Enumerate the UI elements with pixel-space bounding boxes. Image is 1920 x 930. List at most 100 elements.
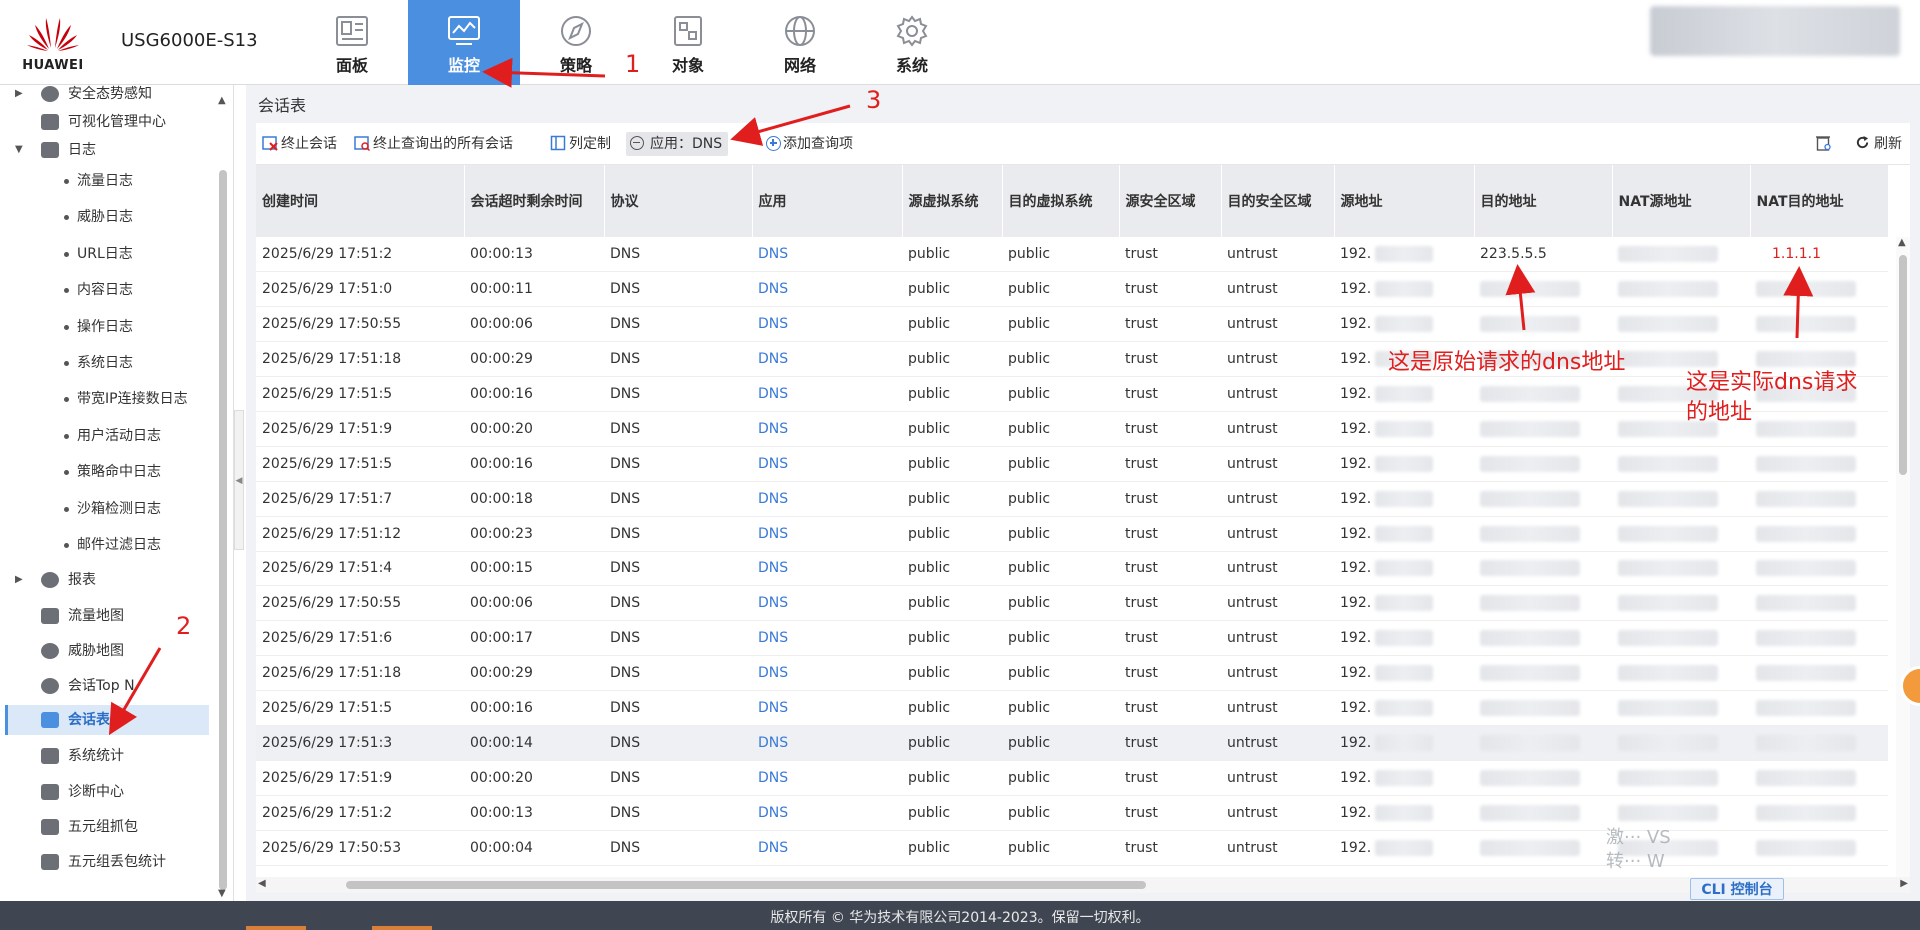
cli-console-button[interactable]: CLI 控制台 [1690, 878, 1784, 900]
sidebar-item-threat-map[interactable]: 威胁地图 [0, 636, 220, 666]
nav-monitor[interactable]: 监控 [408, 0, 520, 85]
export-icon[interactable] [1816, 135, 1832, 152]
cell-application[interactable]: DNS [752, 760, 902, 796]
scroll-up-icon[interactable]: ▲ [1898, 237, 1906, 248]
cell-application[interactable]: DNS [752, 585, 902, 622]
expand-arrow-icon[interactable]: ▶ [15, 565, 23, 595]
column-header[interactable]: 目的地址 [1474, 165, 1613, 237]
table-row[interactable]: 2025/6/29 17:51:2 00:00:13 DNS DNS public pub… [256, 237, 1888, 273]
column-custom-button[interactable]: 列定制 [550, 123, 611, 165]
sidebar-item-policy-hit-log[interactable]: 策略命中日志 [0, 457, 220, 487]
sidebar-item-url-log[interactable]: URL日志 [0, 239, 220, 269]
sidebar-item-visual-center[interactable]: 可视化管理中心 [0, 107, 220, 137]
cell-application[interactable]: DNS [752, 620, 902, 657]
table-row[interactable]: 2025/6/29 17:51:4 00:00:15 DNS DNS public pub… [256, 551, 1888, 587]
cell-application[interactable]: DNS [752, 551, 902, 587]
column-header[interactable]: 源安全区域 [1119, 165, 1222, 237]
cell-application[interactable]: DNS [752, 725, 902, 761]
table-row[interactable]: 2025/6/29 17:50:55 00:00:06 DNS DNS public pu… [256, 585, 1888, 622]
cell-application[interactable]: DNS [752, 376, 902, 412]
sidebar-item-report[interactable]: ▶ 报表 [0, 565, 220, 595]
scroll-right-icon[interactable]: ▶ [1900, 878, 1908, 889]
sidebar-item-mail-filter-log[interactable]: 邮件过滤日志 [0, 530, 220, 560]
scroll-up-icon[interactable]: ▲ [218, 95, 226, 106]
cell-application[interactable]: DNS [752, 446, 902, 482]
sidebar-item-system-log[interactable]: 系统日志 [0, 348, 220, 378]
sidebar-item-operation-log[interactable]: 操作日志 [0, 312, 220, 342]
cell-application[interactable]: DNS [752, 481, 902, 517]
column-header[interactable]: 创建时间 [256, 165, 465, 237]
sidebar-item-traffic-log[interactable]: 流量日志 [0, 166, 220, 196]
scroll-down-icon[interactable]: ▼ [218, 888, 226, 899]
cell-application[interactable]: DNS [752, 306, 902, 343]
table-row[interactable]: 2025/6/29 17:50:55 00:00:06 DNS DNS public pu… [256, 306, 1888, 343]
terminate-session-button[interactable]: 终止会话 [262, 123, 337, 165]
nav-system[interactable]: 系统 [856, 0, 968, 85]
sidebar-item-threat-log[interactable]: 威胁日志 [0, 202, 220, 232]
nav-policy[interactable]: 策略 [520, 0, 632, 85]
table-row[interactable]: 2025/6/29 17:51:5 00:00:16 DNS DNS public pub… [256, 376, 1888, 412]
sidebar-item-log[interactable]: ▼ 日志 [0, 135, 220, 165]
sidebar-item-session-top-n[interactable]: 会话Top N [0, 671, 220, 701]
sidebar-item-drop-stats[interactable]: 五元组丢包统计 [0, 847, 220, 877]
sidebar-item-system-stats[interactable]: 系统统计 [0, 741, 220, 771]
table-row[interactable]: 2025/6/29 17:51:9 00:00:20 DNS DNS public pub… [256, 760, 1888, 796]
table-row[interactable]: 2025/6/29 17:51:18 00:00:29 DNS DNS public pu… [256, 655, 1888, 692]
remove-filter-icon[interactable] [630, 136, 644, 150]
table-row[interactable]: 2025/6/29 17:51:5 00:00:16 DNS DNS public pub… [256, 446, 1888, 482]
sidebar-collapse-handle[interactable]: ◀ [234, 410, 244, 550]
column-header[interactable]: NAT源地址 [1612, 165, 1751, 237]
column-header[interactable]: NAT目的地址 [1750, 165, 1889, 237]
column-header[interactable]: 目的虚拟系统 [1002, 165, 1120, 237]
app-filter-tag[interactable]: 应用：DNS [626, 132, 729, 156]
sidebar-item-packet-capture[interactable]: 五元组抓包 [0, 812, 220, 842]
cell-application[interactable]: DNS [752, 516, 902, 552]
terminate-all-sessions-button[interactable]: 终止查询出的所有会话 [354, 123, 513, 165]
sidebar-item-situation[interactable]: ▶ 安全态势感知 [0, 79, 220, 109]
cell-application[interactable]: DNS [752, 690, 902, 726]
sidebar-item-diagnose[interactable]: 诊断中心 [0, 777, 220, 807]
expand-arrow-icon[interactable]: ▶ [15, 79, 23, 109]
cell-application[interactable]: DNS [752, 830, 902, 866]
cell-src-zone: trust [1119, 725, 1221, 761]
table-row[interactable]: 2025/6/29 17:51:6 00:00:17 DNS DNS public pub… [256, 620, 1888, 657]
column-header[interactable]: 源虚拟系统 [902, 165, 1003, 237]
add-query-button[interactable]: 添加查询项 [766, 123, 853, 165]
table-vertical-scrollbar[interactable]: ▲ [1896, 237, 1910, 877]
cell-application[interactable]: DNS [752, 411, 902, 447]
scroll-left-icon[interactable]: ◀ [258, 878, 266, 889]
sidebar-item-bandwidth-log[interactable]: 带宽IP连接数日志 [0, 384, 220, 414]
table-row[interactable]: 2025/6/29 17:51:9 00:00:20 DNS DNS public pub… [256, 411, 1888, 447]
sidebar-item-user-activity-log[interactable]: 用户活动日志 [0, 421, 220, 451]
table-row[interactable]: 2025/6/29 17:51:0 00:00:11 DNS DNS public pub… [256, 271, 1888, 308]
cell-application[interactable]: DNS [752, 237, 902, 273]
column-header[interactable]: 协议 [604, 165, 753, 237]
column-header[interactable]: 会话超时剩余时间 [464, 165, 605, 237]
table-row[interactable]: 2025/6/29 17:51:18 00:00:29 DNS DNS public pu… [256, 341, 1888, 378]
scrollbar-thumb[interactable] [1899, 255, 1907, 475]
cell-application[interactable]: DNS [752, 341, 902, 378]
sidebar-item-sandbox-log[interactable]: 沙箱检测日志 [0, 494, 220, 524]
table-row[interactable]: 2025/6/29 17:51:7 00:00:18 DNS DNS public pub… [256, 481, 1888, 517]
nav-dashboard[interactable]: 面板 [296, 0, 408, 85]
column-header[interactable]: 目的安全区域 [1221, 165, 1335, 237]
cell-application[interactable]: DNS [752, 795, 902, 831]
column-header[interactable]: 应用 [752, 165, 903, 237]
collapse-arrow-icon[interactable]: ▼ [15, 135, 23, 165]
table-row[interactable]: 2025/6/29 17:51:5 00:00:16 DNS DNS public pub… [256, 690, 1888, 726]
sidebar-item-content-log[interactable]: 内容日志 [0, 275, 220, 305]
scrollbar-thumb[interactable] [219, 170, 227, 890]
cell-application[interactable]: DNS [752, 271, 902, 308]
table-horizontal-scrollbar[interactable]: ◀ ▶ [256, 877, 1910, 893]
refresh-button[interactable]: 刷新 [1855, 123, 1902, 165]
nav-network[interactable]: 网络 [744, 0, 856, 85]
sidebar-item-session-table[interactable]: 会话表 [5, 705, 209, 735]
cell-application[interactable]: DNS [752, 655, 902, 692]
table-row[interactable]: 2025/6/29 17:51:2 00:00:13 DNS DNS public pub… [256, 795, 1888, 831]
sidebar-scrollbar[interactable]: ▲ ▼ [217, 95, 229, 899]
nav-object[interactable]: 对象 [632, 0, 744, 85]
table-row[interactable]: 2025/6/29 17:51:3 00:00:14 DNS DNS public pub… [256, 725, 1888, 761]
table-row[interactable]: 2025/6/29 17:51:12 00:00:23 DNS DNS public pu… [256, 516, 1888, 552]
scrollbar-thumb[interactable] [346, 881, 1146, 889]
column-header[interactable]: 源地址 [1334, 165, 1475, 237]
